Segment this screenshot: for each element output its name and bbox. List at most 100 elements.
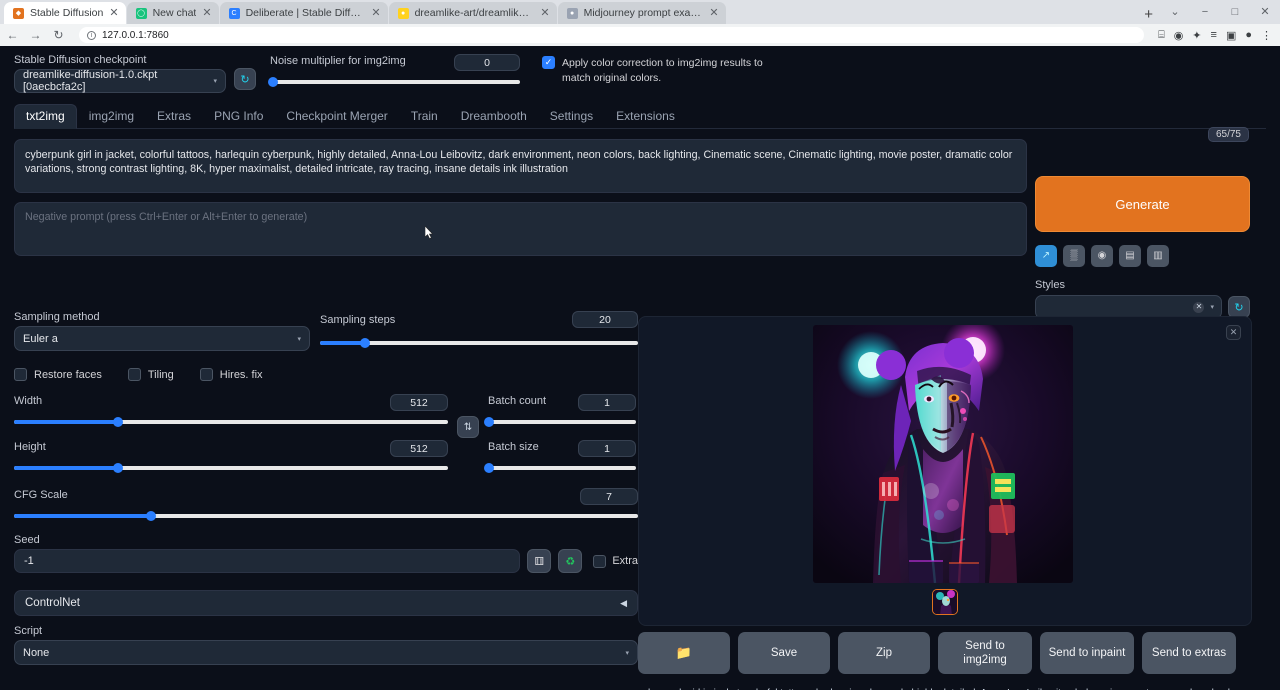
new-tab-button[interactable]: +	[1137, 7, 1160, 24]
tab-search-icon[interactable]: ⌄	[1160, 0, 1190, 24]
thumbnail-item[interactable]	[932, 589, 958, 615]
width-slider[interactable]	[14, 416, 448, 428]
browser-tab[interactable]: ●dreamlike-art/dreamlike-diffusio✕	[389, 2, 557, 24]
extensions-icon[interactable]: ⌸	[1158, 29, 1165, 42]
random-seed-button[interactable]: ⚅	[527, 549, 551, 573]
checkpoint-label: Stable Diffusion checkpoint	[14, 54, 226, 66]
browser-tab[interactable]: CDeliberate | Stable Diffusion Che✕	[220, 2, 388, 24]
hires-fix-toggle[interactable]: Hires. fix	[200, 368, 263, 381]
read-generation-parameters-button[interactable]: ↗	[1035, 245, 1057, 267]
slider-knob[interactable]	[113, 417, 123, 427]
site-info-icon[interactable]: i	[87, 31, 96, 40]
cfg-scale-slider[interactable]	[14, 510, 638, 522]
browser-tab[interactable]: ●Midjourney prompt examples : L✕	[558, 2, 726, 24]
avatar[interactable]: ●	[1245, 29, 1252, 41]
sampling-steps-slider[interactable]	[320, 337, 638, 349]
close-tab-icon[interactable]: ✕	[202, 8, 211, 19]
browser-menu-icon[interactable]: ⋮	[1261, 29, 1272, 42]
close-tab-icon[interactable]: ✕	[540, 8, 549, 19]
reuse-seed-button[interactable]: ♻	[558, 549, 582, 573]
controlnet-accordion[interactable]: ControlNet ◀	[14, 590, 638, 616]
browser-tab[interactable]: ◆Stable Diffusion✕	[4, 2, 126, 24]
clear-styles-icon[interactable]: ✕	[1193, 302, 1204, 313]
tiling-toggle[interactable]: Tiling	[128, 368, 174, 381]
refresh-styles-button[interactable]: ↻	[1228, 296, 1250, 318]
maximize-button[interactable]: □	[1220, 0, 1250, 24]
reading-list-icon[interactable]: ≡	[1211, 29, 1217, 41]
window-controls: ⌄−□✕	[1160, 0, 1280, 24]
generate-button[interactable]: Generate	[1035, 176, 1250, 232]
height-value[interactable]: 512	[390, 440, 448, 457]
close-tab-icon[interactable]: ✕	[371, 8, 380, 19]
color-correction-checkbox[interactable]: ✓	[542, 56, 555, 69]
close-window-button[interactable]: ✕	[1250, 0, 1280, 24]
batch-count-slider[interactable]	[488, 416, 636, 428]
extension-icon[interactable]: ✦	[1192, 29, 1201, 42]
send-to-inpaint-button[interactable]: Send to inpaint	[1040, 632, 1134, 674]
tab-settings[interactable]: Settings	[539, 105, 604, 128]
profile-sync-icon[interactable]: ◉	[1174, 29, 1184, 42]
tab-extras[interactable]: Extras	[146, 105, 202, 128]
side-panel-icon[interactable]: ▣	[1226, 29, 1236, 42]
minimize-button[interactable]: −	[1190, 0, 1220, 24]
sampling-method-select[interactable]: Euler a ▾	[14, 326, 310, 351]
clear-prompt-button[interactable]: ▒	[1063, 245, 1085, 267]
generated-image[interactable]	[813, 325, 1073, 583]
slider-knob[interactable]	[484, 417, 494, 427]
tab-train[interactable]: Train	[400, 105, 449, 128]
hires-fix-checkbox[interactable]	[200, 368, 213, 381]
tab-txt2img[interactable]: txt2img	[14, 104, 77, 129]
restore-faces-checkbox[interactable]	[14, 368, 27, 381]
tiling-checkbox[interactable]	[128, 368, 141, 381]
save-style-button[interactable]: ▥	[1147, 245, 1169, 267]
recycle-icon: ♻	[565, 555, 575, 568]
cfg-scale-value[interactable]: 7	[580, 488, 638, 505]
noise-multiplier-slider[interactable]	[270, 76, 520, 88]
sampling-method-label: Sampling method	[14, 311, 310, 323]
show-extra-networks-button[interactable]: ◉	[1091, 245, 1113, 267]
tab-img2img[interactable]: img2img	[78, 105, 145, 128]
back-icon[interactable]: ←	[6, 28, 19, 42]
zip-button[interactable]: Zip	[838, 632, 930, 674]
close-tab-icon[interactable]: ✕	[109, 8, 118, 19]
send-to-extras-button[interactable]: Send to extras	[1142, 632, 1236, 674]
send-to-img2img-button[interactable]: Send to img2img	[938, 632, 1032, 674]
tab-png-info[interactable]: PNG Info	[203, 105, 274, 128]
batch-size-slider[interactable]	[488, 462, 636, 474]
positive-prompt-input[interactable]: cyberpunk girl in jacket, colorful tatto…	[14, 139, 1027, 193]
restore-faces-toggle[interactable]: Restore faces	[14, 368, 102, 381]
extra-seed-toggle[interactable]: Extra	[593, 555, 638, 568]
slider-knob[interactable]	[484, 463, 494, 473]
width-value[interactable]: 512	[390, 394, 448, 411]
slider-knob[interactable]	[360, 338, 370, 348]
swap-dimensions-button[interactable]: ⇅	[457, 416, 479, 438]
open-folder-button[interactable]: 📁	[638, 632, 730, 674]
script-select[interactable]: None ▾	[14, 640, 638, 665]
browser-tab[interactable]: ◯New chat✕	[127, 2, 219, 24]
tab-dreambooth[interactable]: Dreambooth	[450, 105, 538, 128]
close-image-button[interactable]: ✕	[1226, 325, 1241, 340]
slider-knob[interactable]	[268, 77, 278, 87]
reload-icon[interactable]: ↻	[52, 28, 65, 42]
color-correction-group[interactable]: ✓ Apply color correction to img2img resu…	[542, 54, 772, 86]
forward-icon[interactable]: →	[29, 28, 42, 42]
slider-knob[interactable]	[113, 463, 123, 473]
batch-count-value[interactable]: 1	[578, 394, 636, 411]
apply-style-button[interactable]: ▤	[1119, 245, 1141, 267]
tab-extensions[interactable]: Extensions	[605, 105, 686, 128]
noise-multiplier-value[interactable]: 0	[454, 54, 520, 71]
save-button[interactable]: Save	[738, 632, 830, 674]
batch-size-value[interactable]: 1	[578, 440, 636, 457]
refresh-checkpoints-button[interactable]: ↻	[234, 68, 256, 90]
tab-checkpoint-merger[interactable]: Checkpoint Merger	[275, 105, 398, 128]
height-slider[interactable]	[14, 462, 448, 474]
extra-checkbox[interactable]	[593, 555, 606, 568]
checkpoint-select[interactable]: dreamlike-diffusion-1.0.ckpt [0aecbcfa2c…	[14, 69, 226, 93]
sampling-steps-value[interactable]: 20	[572, 311, 638, 328]
slider-knob[interactable]	[146, 511, 156, 521]
address-bar[interactable]: i 127.0.0.1:7860	[79, 27, 1144, 43]
seed-input[interactable]: -1	[14, 549, 520, 573]
close-tab-icon[interactable]: ✕	[709, 8, 718, 19]
negative-prompt-input[interactable]: Negative prompt (press Ctrl+Enter or Alt…	[14, 202, 1027, 256]
sampling-method-group: Sampling method Euler a ▾	[14, 311, 310, 351]
